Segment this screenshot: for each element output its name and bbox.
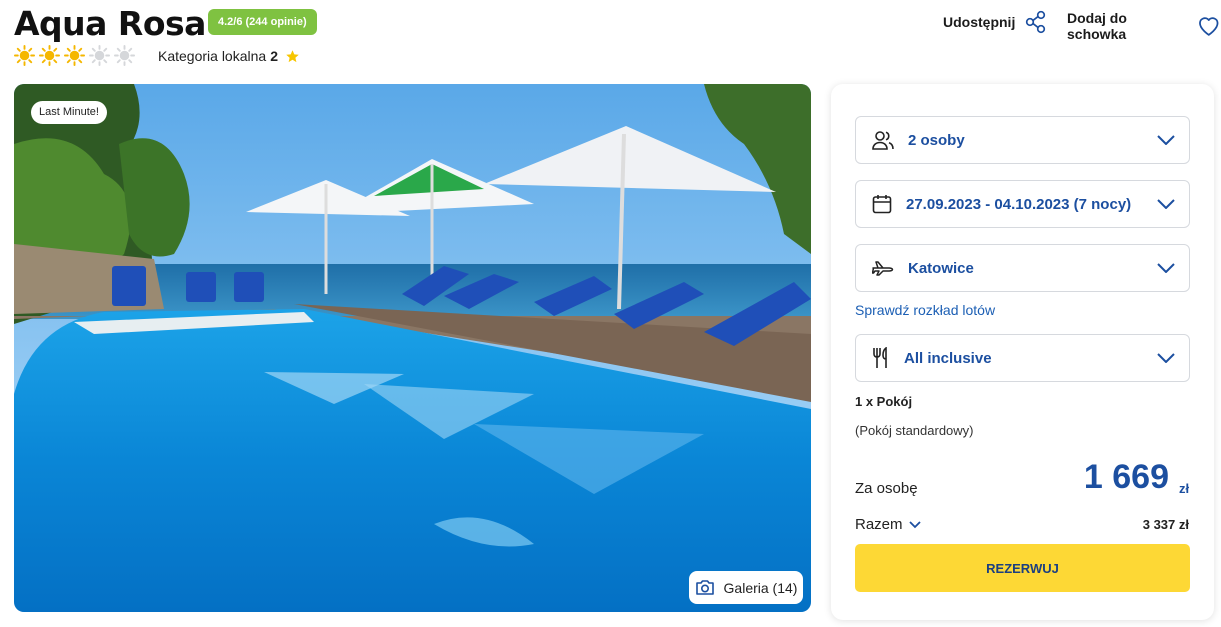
price-per-person: 1 669 bbox=[1083, 458, 1169, 496]
flight-schedule-link[interactable]: Sprawdź rozkład lotów bbox=[855, 302, 995, 318]
plane-icon bbox=[872, 261, 894, 276]
cutlery-icon bbox=[873, 347, 887, 368]
price-currency: zł bbox=[1179, 481, 1190, 496]
guests-select[interactable]: 2 osoby bbox=[855, 116, 1190, 164]
dates-select[interactable]: 27.09.2023 - 04.10.2023 (7 nocy) bbox=[855, 180, 1190, 228]
chevron-down-icon bbox=[1157, 263, 1175, 273]
hotel-title: Aqua Rosa bbox=[14, 4, 206, 43]
sun-icon bbox=[89, 45, 110, 66]
chevron-down-icon bbox=[1157, 353, 1175, 363]
price-per-person-label: Za osobę bbox=[855, 480, 918, 497]
local-category-label: Kategoria lokalna bbox=[158, 48, 267, 64]
heart-icon bbox=[1199, 17, 1219, 36]
gallery-label: Galeria (14) bbox=[723, 579, 798, 596]
local-category-value: 2 bbox=[270, 48, 278, 64]
calendar-icon bbox=[872, 195, 892, 214]
room-type: (Pokój standardowy) bbox=[855, 423, 974, 438]
total-label: Razem bbox=[855, 516, 903, 533]
add-to-favorites-button[interactable]: Dodaj do schowka bbox=[1067, 10, 1221, 42]
sun-icon bbox=[114, 45, 135, 66]
chevron-down-icon bbox=[1157, 199, 1175, 209]
sun-icon bbox=[39, 45, 60, 66]
board-select[interactable]: All inclusive bbox=[855, 334, 1190, 382]
users-icon bbox=[872, 131, 894, 150]
total-toggle[interactable]: Razem bbox=[855, 516, 921, 533]
pool-photo-illustration bbox=[14, 84, 811, 612]
gallery-button[interactable]: Galeria (14) bbox=[689, 571, 803, 604]
share-button[interactable]: Udostępnij bbox=[943, 10, 1047, 34]
last-minute-badge: Last Minute! bbox=[31, 101, 107, 124]
share-icon bbox=[1026, 10, 1046, 34]
dates-value: 27.09.2023 - 04.10.2023 (7 nocy) bbox=[906, 195, 1132, 213]
sun-icon bbox=[14, 45, 35, 66]
departure-value: Katowice bbox=[908, 259, 974, 277]
board-value: All inclusive bbox=[904, 349, 992, 367]
star-icon bbox=[286, 49, 299, 62]
total-price: 3 337 zł bbox=[1142, 517, 1189, 532]
room-count: 1 x Pokój bbox=[855, 394, 913, 409]
chevron-down-icon bbox=[908, 520, 921, 528]
camera-icon bbox=[695, 580, 714, 595]
hotel-photo[interactable] bbox=[14, 84, 811, 612]
book-button[interactable]: REZERWUJ bbox=[855, 544, 1190, 592]
rating-badge[interactable]: 4.2/6 (244 opinie) bbox=[208, 9, 317, 35]
sun-rating bbox=[14, 45, 135, 66]
chevron-down-icon bbox=[1157, 135, 1175, 145]
departure-select[interactable]: Katowice bbox=[855, 244, 1190, 292]
sun-icon bbox=[64, 45, 85, 66]
guests-value: 2 osoby bbox=[908, 131, 965, 149]
local-category: Kategoria lokalna 2 bbox=[158, 48, 300, 64]
share-label: Udostępnij bbox=[943, 14, 1016, 30]
favorites-label: Dodaj do schowka bbox=[1067, 10, 1127, 42]
